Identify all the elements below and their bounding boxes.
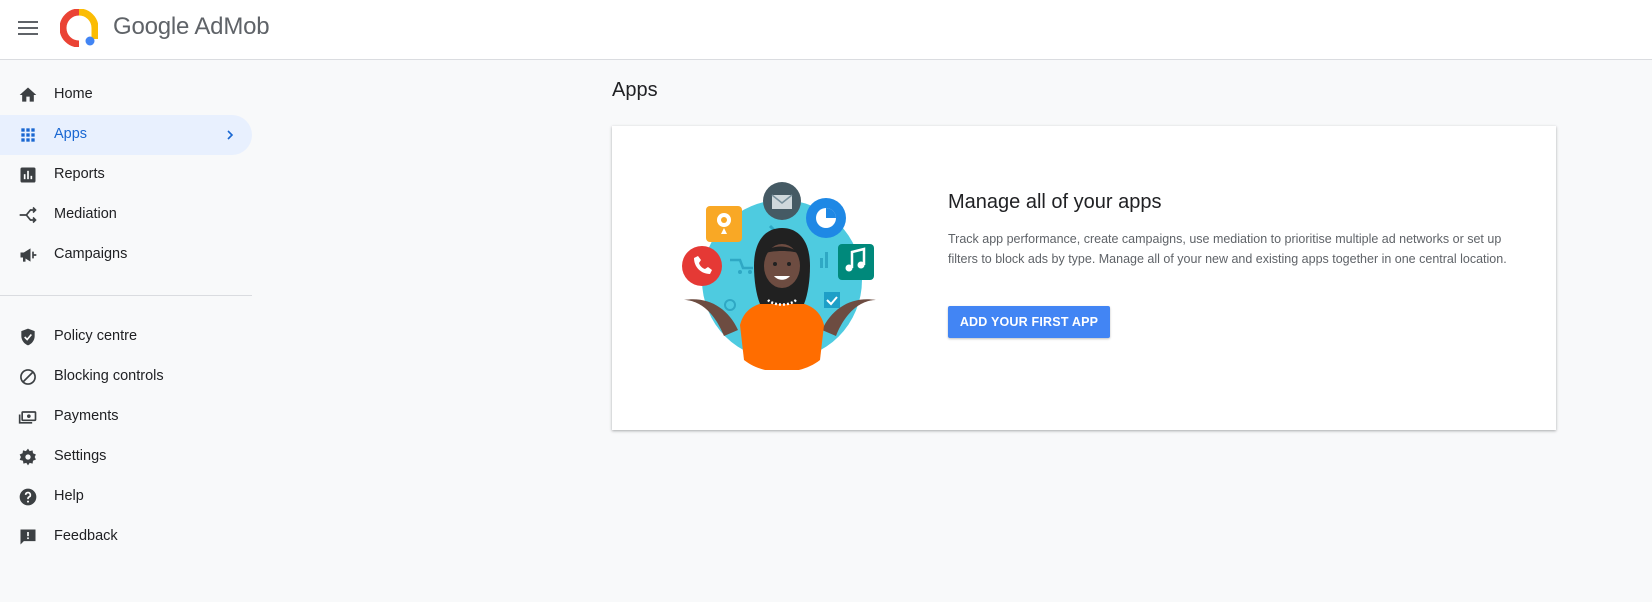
help-icon [19,488,37,506]
sidebar-item-policy-centre[interactable]: Policy centre [0,317,252,357]
shield-check-icon [21,328,35,346]
woman-juggling-app-icons-illustration [682,182,876,370]
gear-icon [19,448,36,466]
sidebar-item-home[interactable]: Home [0,75,252,115]
payments-icon [18,411,37,424]
hamburger-menu-icon[interactable] [14,14,42,42]
sidebar-divider [0,295,252,296]
feedback-icon [20,529,36,545]
sidebar-item-label: Home [54,86,93,102]
sidebar-item-reports[interactable]: Reports [0,155,252,195]
sidebar-item-label: Feedback [54,528,118,544]
sidebar-item-label: Help [54,488,84,504]
sidebar-item-settings[interactable]: Settings [0,437,252,477]
page-title: Apps [612,79,658,101]
sidebar-item-help[interactable]: Help [0,477,252,517]
card-description: Track app performance, create campaigns,… [948,232,1507,266]
sidebar-item-label: Mediation [54,206,117,222]
reports-icon [20,167,36,183]
card-title: Manage all of your apps [948,191,1162,213]
sidebar-item-label: Policy centre [54,328,138,344]
brand-product: AdMob [194,13,270,40]
sidebar-item-label: Reports [54,166,105,182]
sidebar-item-label: Apps [54,126,88,142]
sidebar-item-campaigns[interactable]: Campaigns [0,235,252,275]
mediation-icon [19,206,37,224]
add-first-app-button[interactable]: ADD YOUR FIRST APP [948,306,1110,338]
sidebar-item-feedback[interactable]: Feedback [0,517,252,557]
megaphone-icon [20,248,37,262]
sidebar-item-label: Blocking controls [54,368,164,384]
sidebar-item-mediation[interactable]: Mediation [0,195,252,235]
block-icon [20,369,36,385]
sidebar-item-label: Payments [54,408,119,424]
admob-logo-icon[interactable] [59,8,99,48]
sidebar-nav: Home Apps Reports Mediation Campaigns Po… [0,60,252,557]
sidebar-item-blocking-controls[interactable]: Blocking controls [0,357,252,397]
top-app-bar: Google AdMob [0,0,1652,60]
sidebar-item-apps[interactable]: Apps [0,115,252,155]
apps-grid-icon [21,128,35,142]
home-icon [19,87,37,102]
chevron-right-icon [227,130,234,140]
empty-state-card: Manage all of your apps Track app perfor… [612,126,1556,430]
brand-name[interactable]: Google AdMob [113,13,270,41]
brand-google: Google [113,13,190,40]
sidebar-item-label: Campaigns [54,246,128,262]
sidebar-item-payments[interactable]: Payments [0,397,252,437]
sidebar-item-label: Settings [54,448,107,464]
